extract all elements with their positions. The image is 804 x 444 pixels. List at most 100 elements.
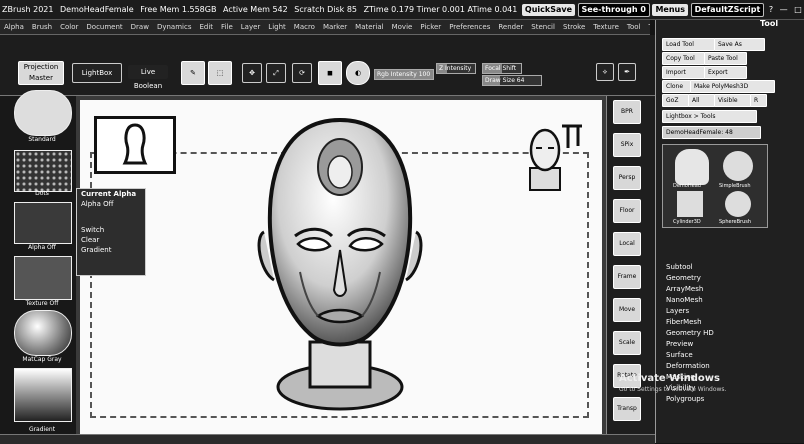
menu-item-tool[interactable]: Tool <box>623 23 645 31</box>
texture-thumbnail[interactable] <box>14 256 72 300</box>
dynamic-icon[interactable]: ⟡ <box>596 63 614 81</box>
rotate-mode-button[interactable]: ⟳ <box>292 63 312 83</box>
seethrough-slider[interactable]: See-through 0 <box>577 3 650 17</box>
alpha-clear-item[interactable]: Clear <box>77 235 145 245</box>
brush-icon[interactable]: ✒ <box>618 63 636 81</box>
simplebrush-thumbnail[interactable] <box>723 151 753 181</box>
right-shelf-move-button[interactable]: Move <box>613 298 641 322</box>
right-shelf-persp-button[interactable]: Persp <box>613 166 641 190</box>
menu-item-picker[interactable]: Picker <box>416 23 445 31</box>
scale-mode-button[interactable]: ⤢ <box>266 63 286 83</box>
menus-button[interactable]: Menus <box>652 4 689 16</box>
cylinder-thumbnail[interactable] <box>677 191 703 217</box>
brush-label: Standard <box>28 136 56 143</box>
right-shelf-floor-button[interactable]: Floor <box>613 199 641 223</box>
menu-item-light[interactable]: Light <box>264 23 289 31</box>
goz-button[interactable]: GoZ <box>662 94 689 107</box>
menu-item-color[interactable]: Color <box>56 23 82 31</box>
menu-item-stencil[interactable]: Stencil <box>527 23 559 31</box>
menu-item-brush[interactable]: Brush <box>28 23 56 31</box>
goz-all-button[interactable]: All <box>688 94 715 107</box>
right-shelf-scale-button[interactable]: Scale <box>613 331 641 355</box>
goz-visible-button[interactable]: Visible <box>714 94 751 107</box>
right-shelf-transp-button[interactable]: Transp <box>613 397 641 421</box>
menu-item-texture[interactable]: Texture <box>589 23 623 31</box>
head-model[interactable] <box>240 112 440 412</box>
clone-button[interactable]: Clone <box>662 80 691 93</box>
menu-item-macro[interactable]: Macro <box>290 23 319 31</box>
right-shelf-local-button[interactable]: Local <box>613 232 641 256</box>
tool-subpalette-geometry[interactable]: Geometry <box>666 273 714 284</box>
tool-subpalette-subtool[interactable]: Subtool <box>666 262 714 273</box>
tool-panel-title: Tool <box>760 19 779 28</box>
menu-item-dynamics[interactable]: Dynamics <box>153 23 196 31</box>
minimize-icon[interactable]: — <box>778 0 790 19</box>
menu-item-render[interactable]: Render <box>494 23 527 31</box>
material-swatch-button[interactable]: ◼ <box>318 61 342 85</box>
draw-mode-button[interactable]: ⬚ <box>208 61 232 85</box>
projection-master-button[interactable]: Projection Master <box>18 61 64 85</box>
menu-item-preferences[interactable]: Preferences <box>445 23 494 31</box>
move-mode-button[interactable]: ✥ <box>242 63 262 83</box>
current-tool-label[interactable]: DemoHeadFemale: 48 <box>662 126 761 139</box>
menu-item-transform[interactable]: Transform <box>645 23 651 31</box>
export-button[interactable]: Export <box>704 66 747 79</box>
load-tool-button[interactable]: Load Tool <box>662 38 715 51</box>
lightbox-tools-button[interactable]: Lightbox > Tools <box>662 110 757 123</box>
lightbox-button[interactable]: LightBox <box>72 63 122 83</box>
menu-item-layer[interactable]: Layer <box>237 23 265 31</box>
color-picker-button[interactable]: ◐ <box>346 61 370 85</box>
alpha-switch-item[interactable]: Switch <box>77 225 145 235</box>
menu-item-document[interactable]: Document <box>82 23 126 31</box>
document-name: DemoHeadFemale <box>60 5 134 14</box>
defaultzscript-button[interactable]: DefaultZScript <box>690 3 765 17</box>
menu-item-material[interactable]: Material <box>351 23 387 31</box>
tool-subpalette-fibermesh[interactable]: FiberMesh <box>666 317 714 328</box>
tool-subpalette-preview[interactable]: Preview <box>666 339 714 350</box>
alpha-gradient-item[interactable]: Gradient <box>77 245 145 255</box>
alpha-thumbnail[interactable] <box>14 202 72 244</box>
import-button[interactable]: Import <box>662 66 705 79</box>
paste-tool-button[interactable]: Paste Tool <box>704 52 747 65</box>
menu-item-marker[interactable]: Marker <box>319 23 351 31</box>
active-mem: Active Mem 542 <box>223 5 288 14</box>
right-shelf-spix-button[interactable]: SPix <box>613 133 641 157</box>
menu-item-draw[interactable]: Draw <box>127 23 153 31</box>
menu-item-edit[interactable]: Edit <box>195 23 217 31</box>
copy-tool-button[interactable]: Copy Tool <box>662 52 705 65</box>
menu-item-alpha[interactable]: Alpha <box>0 23 28 31</box>
make-polymesh-button[interactable]: Make PolyMesh3D <box>690 80 775 93</box>
tool-subpalette-geometry-hd[interactable]: Geometry HD <box>666 328 714 339</box>
demohead-thumbnail[interactable] <box>675 149 709 185</box>
color-thumbnail[interactable] <box>14 368 72 422</box>
menu-item-file[interactable]: File <box>217 23 237 31</box>
menu-item-stroke[interactable]: Stroke <box>559 23 589 31</box>
ztime: ZTime 0.179 Timer 0.001 ATime 0.041 <box>363 5 518 14</box>
right-shelf-frame-button[interactable]: Frame <box>613 265 641 289</box>
draw-size-slider[interactable]: Draw Size 64 <box>482 75 542 86</box>
tool-subpalette-layers[interactable]: Layers <box>666 306 714 317</box>
tool-subpalette-deformation[interactable]: Deformation <box>666 361 714 372</box>
material-thumbnail[interactable] <box>14 310 72 356</box>
menu-item-movie[interactable]: Movie <box>388 23 417 31</box>
focal-shift-slider[interactable]: Focal Shift 0 <box>482 63 522 74</box>
tool-subpalette-polygroups[interactable]: Polygroups <box>666 394 714 405</box>
tool-subpalette-arraymesh[interactable]: ArrayMesh <box>666 284 714 295</box>
goz-r-button[interactable]: R <box>750 94 767 107</box>
quicksave-button[interactable]: QuickSave <box>521 4 575 16</box>
stroke-thumbnail[interactable] <box>14 150 72 192</box>
texture-label: Texture Off <box>25 300 59 307</box>
navigation-head-widget[interactable] <box>522 118 586 194</box>
maximize-icon[interactable]: □ <box>792 0 804 19</box>
brush-thumbnail[interactable] <box>14 90 72 136</box>
tool-subpalette-nanomesh[interactable]: NanoMesh <box>666 295 714 306</box>
help-icon[interactable]: ? <box>767 0 775 19</box>
live-boolean-button[interactable]: Live Boolean <box>128 65 168 90</box>
edit-mode-button[interactable]: ✎ <box>181 61 205 85</box>
rgb-intensity-slider[interactable]: Rgb Intensity 100 <box>374 69 434 80</box>
z-intensity-slider[interactable]: Z Intensity 25 <box>436 63 476 74</box>
sphere-thumbnail[interactable] <box>725 191 751 217</box>
save-as-button[interactable]: Save As <box>714 38 765 51</box>
right-shelf-bpr-button[interactable]: BPR <box>613 100 641 124</box>
tool-subpalette-surface[interactable]: Surface <box>666 350 714 361</box>
